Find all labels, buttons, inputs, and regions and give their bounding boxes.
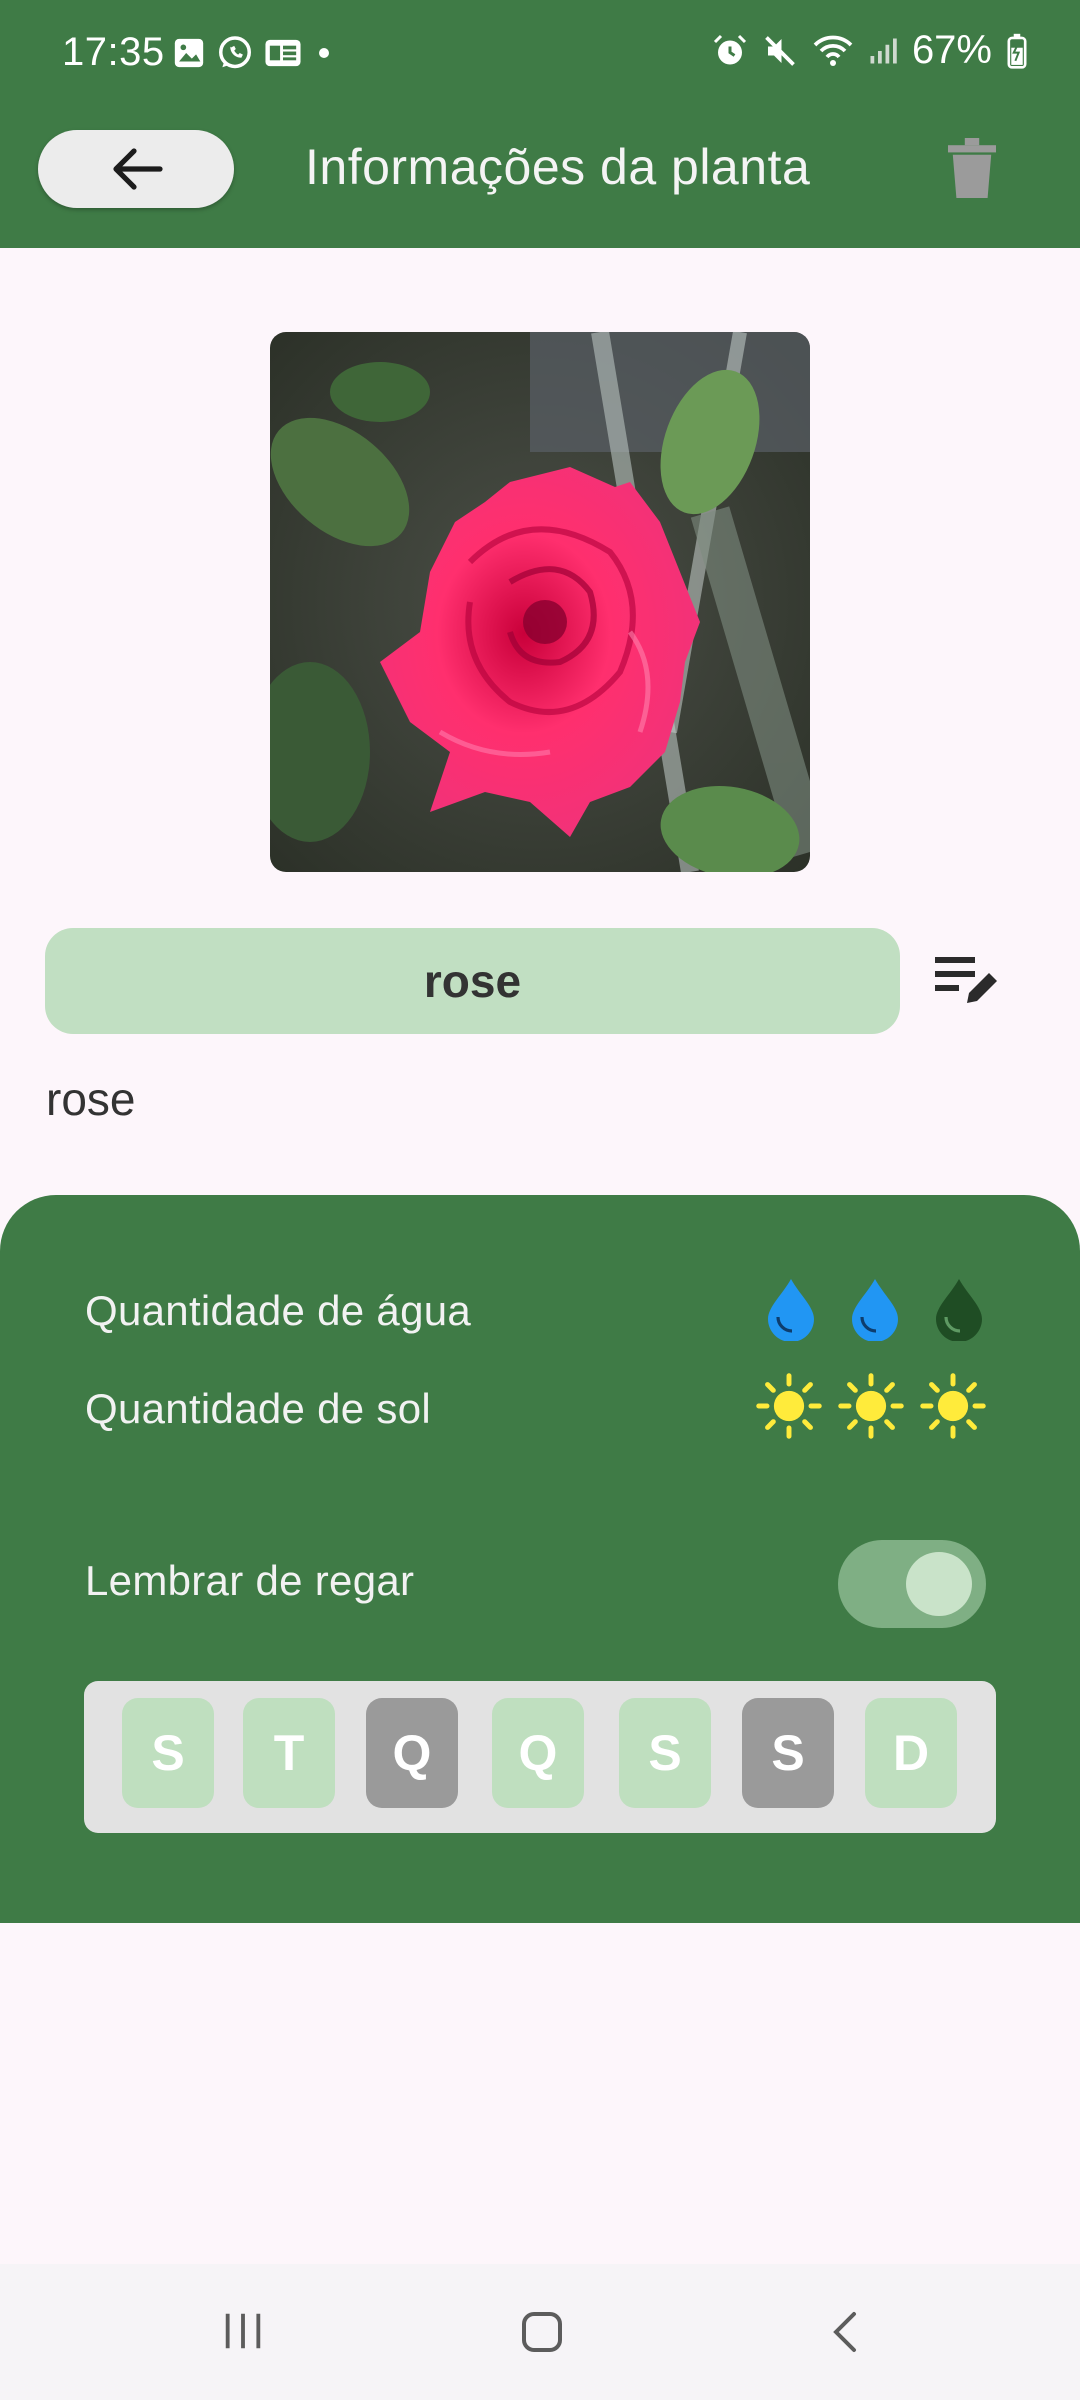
sun-icon[interactable] — [756, 1373, 822, 1439]
day-tuesday[interactable]: T — [243, 1698, 335, 1808]
trash-icon[interactable] — [948, 138, 996, 198]
card-icon — [265, 39, 301, 67]
whatsapp-icon — [219, 36, 251, 69]
care-card: Quantidade de água Quantidade de sol Lem… — [0, 1195, 1080, 1923]
wifi-icon — [813, 35, 853, 66]
day-friday[interactable]: S — [619, 1698, 711, 1808]
plant-species: rose — [46, 1073, 136, 1125]
more-dot-icon — [319, 48, 329, 58]
reminder-label: Lembrar de regar — [85, 1557, 415, 1604]
back-nav-icon[interactable] — [822, 2308, 870, 2356]
water-drop-icon[interactable] — [932, 1277, 986, 1341]
back-arrow-icon — [113, 148, 163, 190]
day-saturday[interactable]: S — [742, 1698, 834, 1808]
weekday-selector: S T Q Q S S D — [84, 1681, 996, 1833]
day-thursday[interactable]: Q — [492, 1698, 584, 1808]
app-bar: Informações da planta — [0, 110, 1080, 248]
back-button[interactable] — [38, 130, 234, 208]
battery-icon — [1007, 33, 1027, 69]
page-title: Informações da planta — [305, 139, 811, 195]
plant-name-field[interactable]: rose — [45, 928, 900, 1034]
sun-rating[interactable] — [756, 1373, 986, 1439]
sun-icon[interactable] — [838, 1373, 904, 1439]
water-drop-icon[interactable] — [848, 1277, 902, 1341]
toggle-knob — [906, 1552, 972, 1616]
recents-icon[interactable] — [220, 2308, 266, 2354]
day-sunday[interactable]: D — [865, 1698, 957, 1808]
edit-list-icon[interactable] — [935, 955, 997, 1007]
water-rating[interactable] — [764, 1277, 986, 1341]
water-label: Quantidade de água — [85, 1287, 472, 1334]
gallery-icon — [174, 38, 204, 68]
water-drop-icon[interactable] — [764, 1277, 818, 1341]
day-monday[interactable]: S — [122, 1698, 214, 1808]
sun-icon[interactable] — [920, 1373, 986, 1439]
sun-label: Quantidade de sol — [85, 1385, 432, 1432]
signal-icon — [870, 38, 897, 63]
status-time: 17:35 — [62, 30, 165, 74]
notification-icons — [172, 34, 336, 72]
reminder-toggle[interactable] — [838, 1540, 986, 1628]
day-wednesday[interactable]: Q — [366, 1698, 458, 1808]
status-bar: 17:35 67% — [0, 0, 1080, 110]
top-bar: 17:35 67% Informações da planta — [0, 0, 1080, 248]
alarm-icon — [713, 34, 746, 64]
system-icons: 67% — [712, 28, 1028, 73]
plant-photo[interactable] — [270, 332, 810, 872]
system-nav-bar — [0, 2264, 1080, 2400]
home-icon[interactable] — [518, 2308, 566, 2356]
battery-percent: 67% — [911, 28, 992, 72]
mute-icon — [765, 35, 795, 66]
